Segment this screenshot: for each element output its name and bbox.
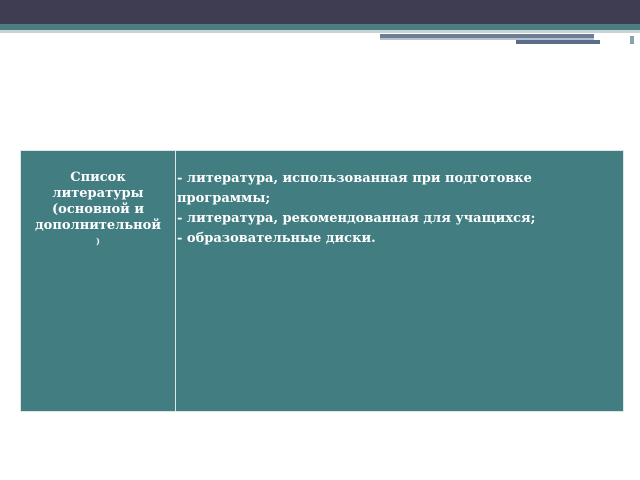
decor-bar-3 (516, 40, 600, 44)
table-content-cell: - литература, использованная при подгото… (177, 169, 622, 249)
label-tail: ) (96, 236, 100, 246)
list-item: программы; (177, 191, 271, 206)
label-line: (основной и (52, 202, 144, 217)
table-divider (175, 150, 176, 412)
header-rule (0, 30, 640, 33)
list-item: - литература, использованная при подгото… (177, 171, 532, 186)
label-line: литературы (52, 186, 144, 201)
table-label-cell: Список литературы (основной и дополнител… (21, 170, 175, 246)
label-line: Список (70, 170, 126, 185)
decor-bar-4 (630, 36, 634, 44)
list-item: - образовательные диски. (177, 231, 376, 246)
label-line: дополнительной (35, 218, 161, 233)
header-bar (0, 0, 640, 24)
list-item: - литература, рекомендованная для учащих… (177, 211, 536, 226)
